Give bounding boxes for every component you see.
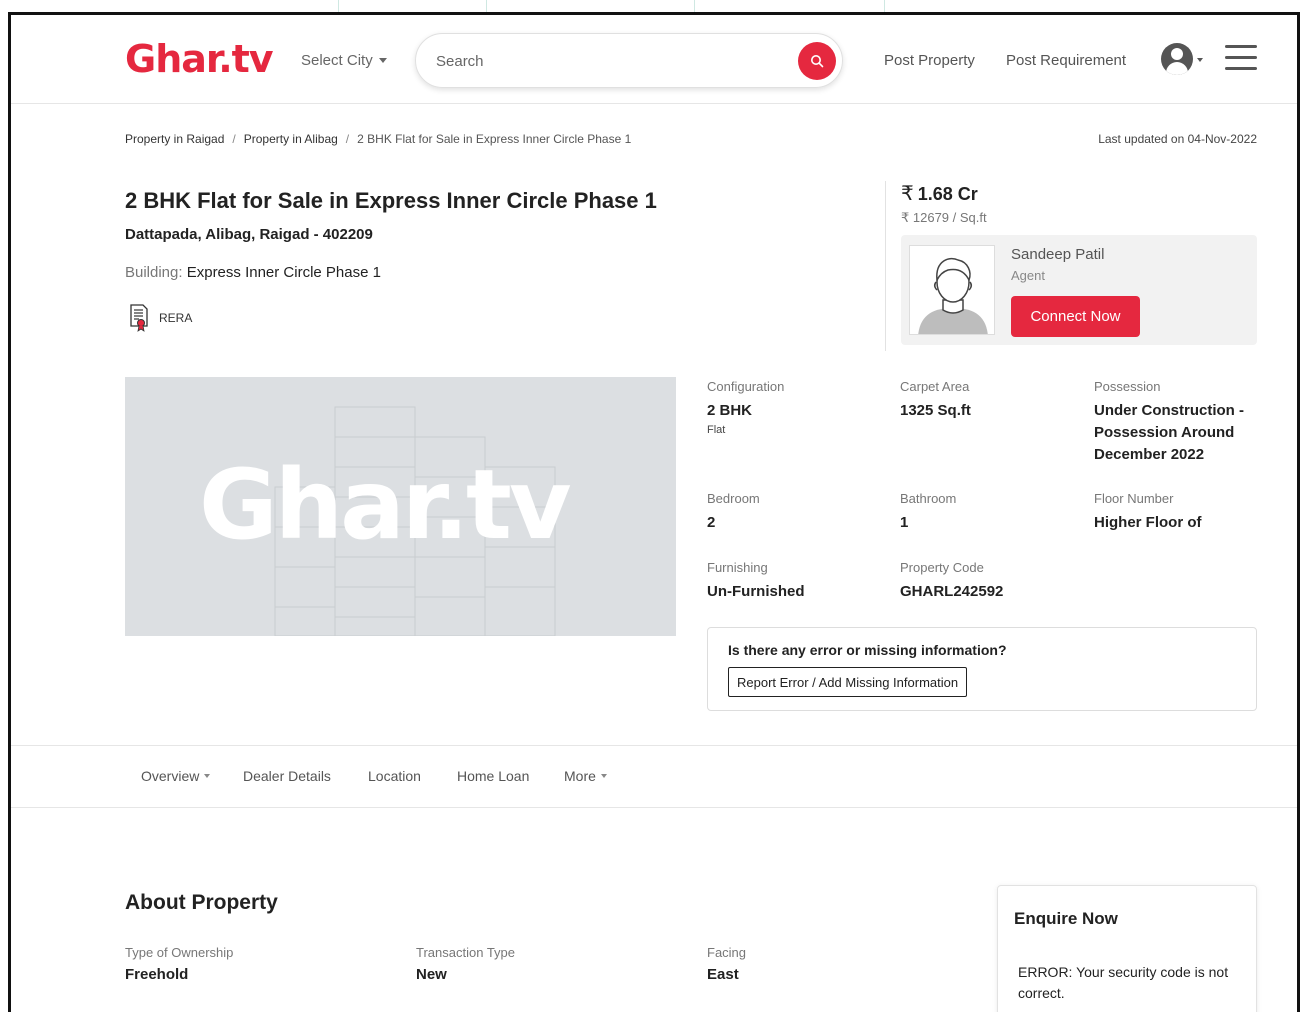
chevron-down-icon (204, 774, 211, 778)
photo-watermark: Ghar.tv (199, 449, 572, 561)
spec-label: Furnishing (707, 560, 768, 575)
agent-card: Sandeep Patil Agent Connect Now (901, 235, 1257, 345)
spec-value: Un-Furnished (707, 583, 805, 600)
last-updated: Last updated on 04-Nov-2022 (1098, 132, 1257, 146)
security-code-error: ERROR: Your security code is not correct… (1018, 964, 1229, 1001)
building-label: Building: (125, 264, 183, 281)
spec-bedroom: Bedroom 2 (707, 491, 760, 534)
about-ownership: Type of Ownership Freehold (125, 945, 233, 983)
report-error-button[interactable]: Report Error / Add Missing Information (728, 667, 968, 697)
spec-label: Carpet Area (900, 379, 970, 394)
building-name: Express Inner Circle Phase 1 (186, 264, 381, 281)
spec-value: 2 BHK (707, 402, 753, 419)
page-frame: Ghar.tv Select City Post Property Post R… (8, 12, 1300, 1012)
spec-value: Higher Floor of (1094, 514, 1202, 531)
city-select[interactable]: Select City (301, 52, 387, 69)
search-button[interactable] (798, 42, 836, 80)
spec-label: Property Code (900, 560, 984, 575)
spec-possession: Possession Under Construction - Possessi… (1094, 379, 1264, 466)
field-value: East (707, 966, 739, 983)
field-label: Facing (707, 945, 747, 960)
tab-label: More (564, 768, 596, 784)
breadcrumb-current: 2 BHK Flat for Sale in Express Inner Cir… (357, 132, 632, 146)
divider (885, 181, 886, 351)
certificate-icon (130, 304, 148, 332)
spec-value: GHARL242592 (900, 583, 1004, 600)
tab-more[interactable]: More (564, 768, 607, 784)
spec-property-code: Property Code GHARL242592 (900, 560, 1003, 603)
tab-dealer-details[interactable]: Dealer Details (243, 768, 331, 784)
spec-value: 2 (707, 514, 716, 531)
connect-now-button[interactable]: Connect Now (1011, 296, 1140, 337)
section-tabs: Overview Dealer Details Location Home Lo… (11, 745, 1297, 808)
spec-configuration: Configuration 2 BHK Flat (707, 379, 784, 436)
site-logo[interactable]: Ghar.tv (125, 37, 274, 81)
spec-floor-number: Floor Number Higher Floor of (1094, 491, 1202, 534)
chevron-down-icon (378, 58, 387, 63)
tab-label: Location (368, 768, 421, 784)
price-value: 1.68 Cr (917, 184, 978, 204)
building-info: Building: Express Inner Circle Phase 1 (125, 264, 381, 281)
field-label: Type of Ownership (125, 945, 234, 960)
property-photo[interactable]: Ghar.tv (125, 377, 676, 636)
field-value: Freehold (125, 966, 189, 983)
report-error-box: Is there any error or missing informatio… (707, 627, 1257, 711)
breadcrumb-item[interactable]: Property in Alibag (244, 132, 338, 146)
tab-home-loan[interactable]: Home Loan (457, 768, 529, 784)
search-input[interactable] (436, 48, 776, 74)
about-transaction-type: Transaction Type New (416, 945, 515, 983)
city-select-label: Select City (301, 52, 373, 69)
chevron-down-icon (1197, 58, 1203, 62)
about-property-heading: About Property (125, 891, 278, 914)
price-per-sqft: ₹ 12679 / Sq.ft (901, 210, 987, 225)
spec-label: Configuration (707, 379, 785, 394)
chevron-down-icon (600, 774, 607, 778)
spec-furnishing: Furnishing Un-Furnished (707, 560, 805, 603)
agent-avatar (909, 245, 995, 335)
post-requirement-link[interactable]: Post Requirement (1006, 52, 1126, 69)
spec-value: Under Construction - Possession Around D… (1094, 402, 1244, 463)
post-property-link[interactable]: Post Property (884, 52, 975, 69)
menu-icon[interactable] (1225, 45, 1257, 71)
rera-label: RERA (159, 311, 193, 325)
spec-label: Bathroom (900, 491, 957, 506)
tab-location[interactable]: Location (368, 768, 421, 784)
spec-label: Floor Number (1094, 491, 1174, 506)
rera-badge[interactable]: RERA (129, 304, 192, 332)
agent-name: Sandeep Patil (1011, 246, 1105, 263)
rupee-icon: ₹ (901, 183, 914, 205)
tab-label: Overview (141, 768, 200, 784)
breadcrumb-separator: / (232, 132, 236, 146)
breadcrumb-separator: / (345, 132, 350, 146)
search-icon (811, 55, 824, 68)
site-header: Ghar.tv Select City Post Property Post R… (11, 15, 1297, 104)
tab-label: Dealer Details (243, 768, 331, 784)
field-value: New (416, 966, 447, 983)
user-placeholder-icon (910, 246, 994, 334)
field-label: Transaction Type (416, 945, 515, 960)
price: ₹1.68 Cr (901, 181, 978, 206)
enquire-title: Enquire Now (1014, 909, 1118, 928)
spec-label: Possession (1094, 379, 1161, 394)
property-address: Dattapada, Alibag, Raigad - 402209 (125, 226, 373, 243)
agent-role: Agent (1011, 268, 1045, 283)
page-title: 2 BHK Flat for Sale in Express Inner Cir… (125, 188, 657, 213)
spec-subvalue: Flat (707, 424, 726, 436)
spec-bathroom: Bathroom 1 (900, 491, 956, 534)
search-bar (415, 33, 843, 88)
user-avatar-icon[interactable] (1161, 43, 1193, 75)
spec-label: Bedroom (707, 491, 760, 506)
spec-carpet-area: Carpet Area 1325 Sq.ft (900, 379, 971, 422)
tab-overview[interactable]: Overview (141, 768, 211, 784)
about-facing: Facing East (707, 945, 746, 983)
breadcrumb: Property in Raigad / Property in Alibag … (125, 132, 631, 146)
spec-value: 1325 Sq.ft (900, 402, 971, 419)
spec-value: 1 (900, 514, 909, 531)
breadcrumb-item[interactable]: Property in Raigad (125, 132, 224, 146)
report-error-question: Is there any error or missing informatio… (728, 642, 1007, 658)
enquire-now-card: Enquire Now ERROR: Your security code is… (997, 885, 1257, 1012)
tab-label: Home Loan (457, 768, 530, 784)
